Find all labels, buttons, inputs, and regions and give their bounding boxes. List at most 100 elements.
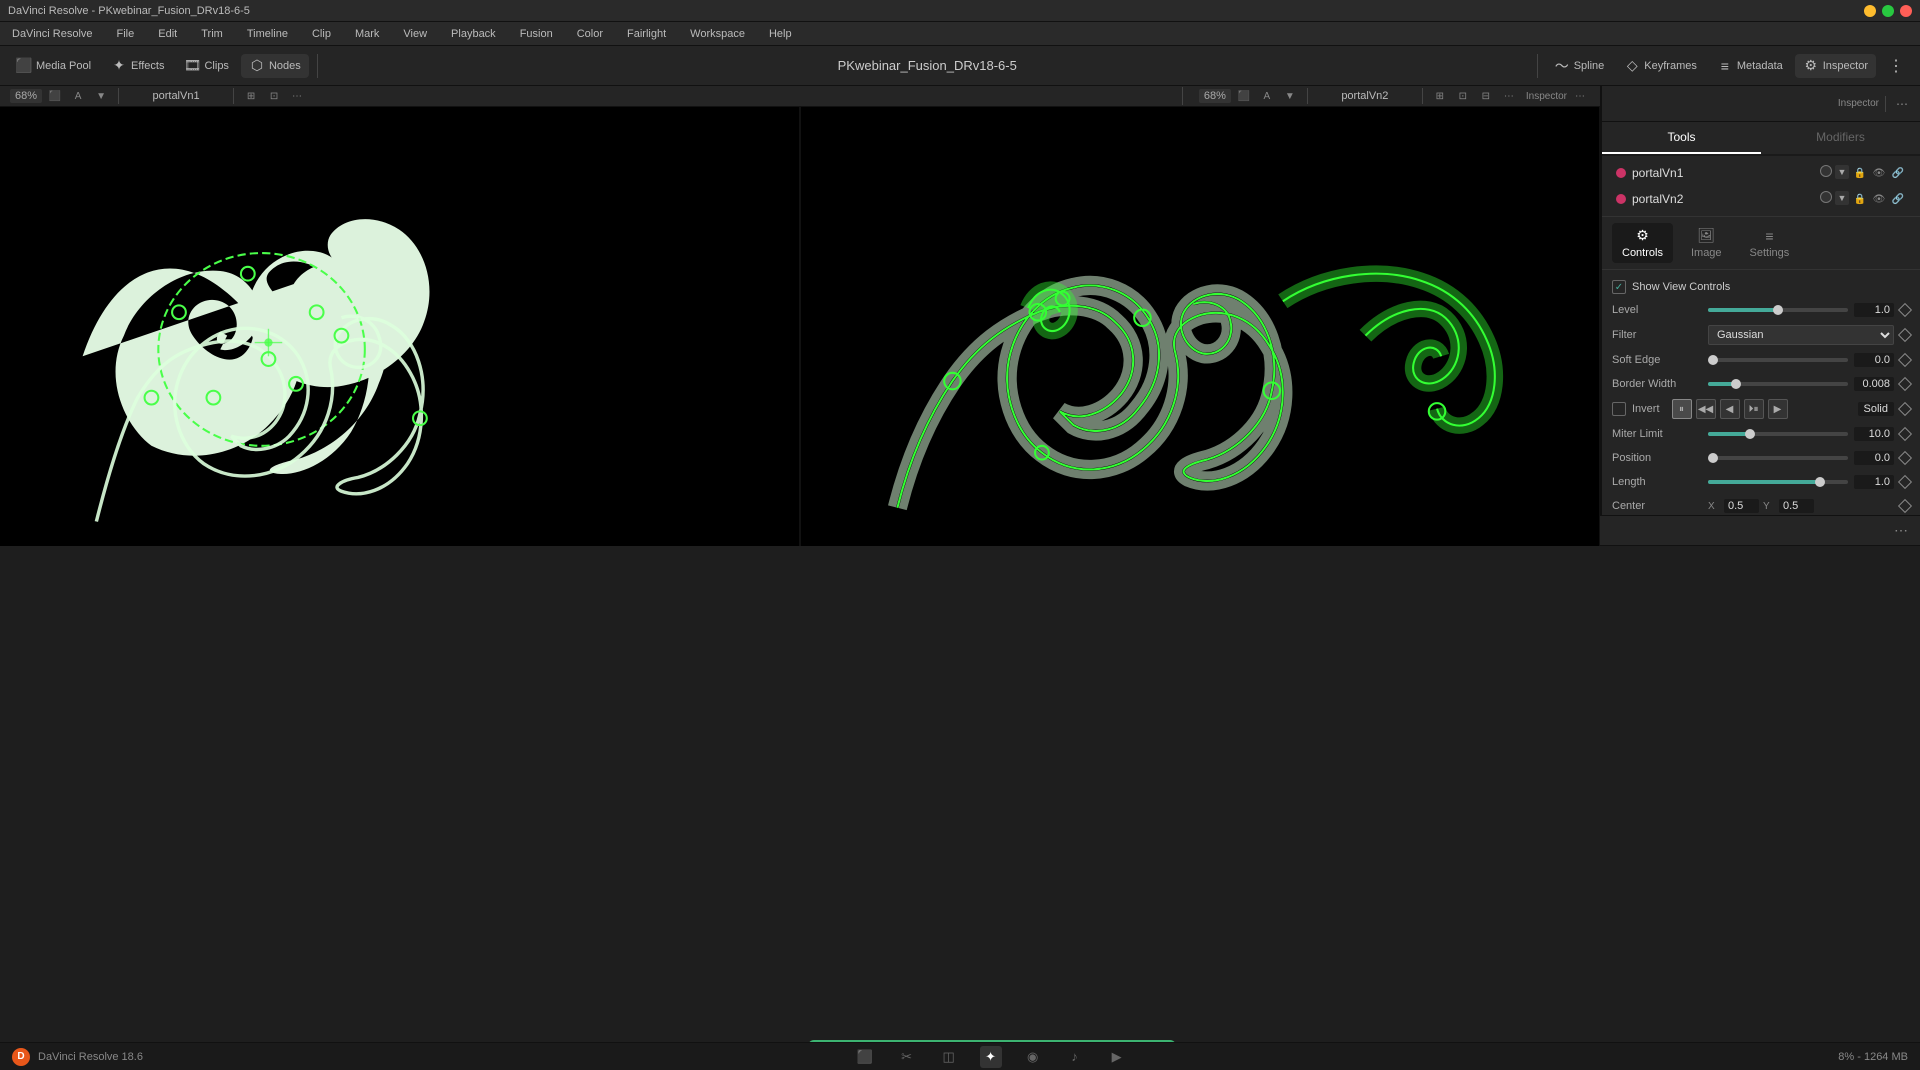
miter-limit-keyframe[interactable] — [1898, 427, 1912, 441]
border-width-slider[interactable] — [1708, 376, 1848, 392]
position-keyframe[interactable] — [1898, 451, 1912, 465]
menu-davinci[interactable]: DaVinci Resolve — [8, 26, 97, 42]
menu-workspace[interactable]: Workspace — [686, 26, 749, 42]
more-options-button[interactable]: ⋮ — [1880, 52, 1912, 80]
center-x-value[interactable]: 0.5 — [1724, 499, 1759, 513]
nodes-canvas[interactable]: Background16 Merge15 portalVn1 PV_fill — [0, 546, 1920, 1042]
position-slider[interactable] — [1708, 450, 1848, 466]
border-style-btn1[interactable]: ⏸ — [1672, 399, 1692, 419]
right-layout-btn2[interactable]: ⊡ — [1453, 86, 1473, 106]
inspector-node-portalvn2[interactable]: portalVn2 ▼ 🔒 👁 🔗 — [1610, 188, 1912, 210]
left-layout-btn2[interactable]: ⊡ — [264, 86, 284, 106]
inspector-more-options[interactable]: ⋯ — [1892, 94, 1912, 114]
left-layout-btn3[interactable]: ⋯ — [287, 86, 307, 106]
left-viewer-btn3[interactable]: ▼ — [91, 86, 111, 106]
right-viewer-btn2[interactable]: ▼ — [1280, 86, 1300, 106]
nodes-button[interactable]: ⬡ Nodes — [241, 54, 309, 78]
nav-media[interactable]: ⬛ — [854, 1046, 876, 1068]
node-expand-btn2[interactable]: ▼ — [1835, 191, 1849, 205]
border-width-thumb[interactable] — [1731, 379, 1741, 389]
right-zoom-level[interactable]: 68% — [1199, 89, 1231, 103]
tab-controls[interactable]: ⚙ Controls — [1612, 223, 1673, 263]
right-viewer-btn-a[interactable]: A — [1257, 86, 1277, 106]
level-keyframe[interactable] — [1898, 303, 1912, 317]
keyframes-button[interactable]: ◇ Keyframes — [1616, 54, 1705, 78]
miter-limit-thumb[interactable] — [1745, 429, 1755, 439]
maximize-button[interactable] — [1882, 5, 1894, 17]
menu-mark[interactable]: Mark — [351, 26, 383, 42]
node-color-picker[interactable] — [1820, 165, 1832, 177]
metadata-button[interactable]: ≡ Metadata — [1709, 54, 1791, 78]
node-color-picker2[interactable] — [1820, 191, 1832, 203]
nav-color[interactable]: ◉ — [1022, 1046, 1044, 1068]
border-style-btn2[interactable]: ◀◀ — [1696, 399, 1716, 419]
left-zoom-level[interactable]: 68% — [10, 89, 42, 103]
menu-color[interactable]: Color — [573, 26, 607, 42]
left-layout-btn1[interactable]: ⊞ — [241, 86, 261, 106]
media-pool-button[interactable]: ⬛ Media Pool — [8, 54, 99, 78]
menu-help[interactable]: Help — [765, 26, 796, 42]
soft-edge-keyframe[interactable] — [1898, 353, 1912, 367]
menu-trim[interactable]: Trim — [197, 26, 227, 42]
inspector-button[interactable]: ⚙ Inspector — [1795, 54, 1876, 78]
menu-view[interactable]: View — [399, 26, 431, 42]
clips-button[interactable]: 🎞 Clips — [176, 54, 236, 78]
menu-edit[interactable]: Edit — [154, 26, 181, 42]
center-y-value[interactable]: 0.5 — [1779, 499, 1814, 513]
right-viewer[interactable] — [801, 107, 1601, 578]
tab-image[interactable]: 🖼 Image — [1681, 223, 1732, 263]
node-lock-btn2[interactable]: 🔒 — [1852, 191, 1868, 207]
border-style-btn5[interactable]: ▶ — [1768, 399, 1788, 419]
filter-select[interactable]: Gaussian Box Bartlett — [1708, 325, 1894, 345]
tab-tools[interactable]: Tools — [1602, 122, 1761, 154]
border-width-keyframe[interactable] — [1898, 377, 1912, 391]
nav-fairlight[interactable]: ♪ — [1064, 1046, 1086, 1068]
close-button[interactable] — [1900, 5, 1912, 17]
length-slider[interactable] — [1708, 474, 1848, 490]
right-layout-btn3[interactable]: ⊟ — [1476, 86, 1496, 106]
miter-limit-slider[interactable] — [1708, 426, 1848, 442]
menu-file[interactable]: File — [113, 26, 139, 42]
right-layout-btn1[interactable]: ⊞ — [1430, 86, 1450, 106]
inspector-node-portalvn1[interactable]: portalVn1 ▼ 🔒 👁 🔗 — [1610, 162, 1912, 184]
menu-fusion[interactable]: Fusion — [516, 26, 557, 42]
border-style-btn3[interactable]: ◀ — [1720, 399, 1740, 419]
center-keyframe[interactable] — [1898, 499, 1912, 513]
nav-cut[interactable]: ✂ — [896, 1046, 918, 1068]
nav-edit[interactable]: ◫ — [938, 1046, 960, 1068]
inspector-more-btn[interactable]: ⋯ — [1570, 86, 1590, 106]
level-slider[interactable] — [1708, 302, 1848, 318]
nodes-more-btn[interactable]: ⋯ — [1894, 522, 1908, 539]
filter-keyframe[interactable] — [1898, 328, 1912, 342]
menu-playback[interactable]: Playback — [447, 26, 500, 42]
tab-settings[interactable]: ≡ Settings — [1740, 224, 1800, 263]
position-thumb[interactable] — [1708, 453, 1718, 463]
show-view-controls-row[interactable]: ✓ Show View Controls — [1602, 276, 1920, 298]
left-viewer[interactable] — [0, 107, 801, 578]
right-viewer-btn1[interactable]: ⬛ — [1234, 86, 1254, 106]
nav-fusion[interactable]: ✦ — [980, 1046, 1002, 1068]
border-style-keyframe[interactable] — [1898, 402, 1912, 416]
length-keyframe[interactable] — [1898, 475, 1912, 489]
right-more-btn[interactable]: ⋯ — [1499, 86, 1519, 106]
spline-button[interactable]: 〜 Spline — [1546, 54, 1613, 78]
effects-button[interactable]: ✦ Effects — [103, 54, 172, 78]
menu-clip[interactable]: Clip — [308, 26, 335, 42]
menu-timeline[interactable]: Timeline — [243, 26, 292, 42]
left-viewer-btn1[interactable]: ⬛ — [45, 86, 65, 106]
invert-checkbox[interactable] — [1612, 402, 1626, 416]
nav-deliver[interactable]: ▶ — [1106, 1046, 1128, 1068]
minimize-button[interactable] — [1864, 5, 1876, 17]
level-thumb[interactable] — [1773, 305, 1783, 315]
soft-edge-slider[interactable] — [1708, 352, 1848, 368]
node-lock-btn[interactable]: 🔒 — [1852, 165, 1868, 181]
tab-modifiers[interactable]: Modifiers — [1761, 122, 1920, 154]
left-viewer-btn2[interactable]: A — [68, 86, 88, 106]
node-expand-btn[interactable]: ▼ — [1835, 165, 1849, 179]
node-link-btn[interactable]: 🔗 — [1890, 165, 1906, 181]
node-eye-btn[interactable]: 👁 — [1871, 165, 1887, 181]
node-eye-btn2[interactable]: 👁 — [1871, 191, 1887, 207]
show-view-controls-checkbox[interactable]: ✓ — [1612, 280, 1626, 294]
soft-edge-thumb[interactable] — [1708, 355, 1718, 365]
border-style-btn4[interactable]: ⏵⏸ — [1744, 399, 1764, 419]
